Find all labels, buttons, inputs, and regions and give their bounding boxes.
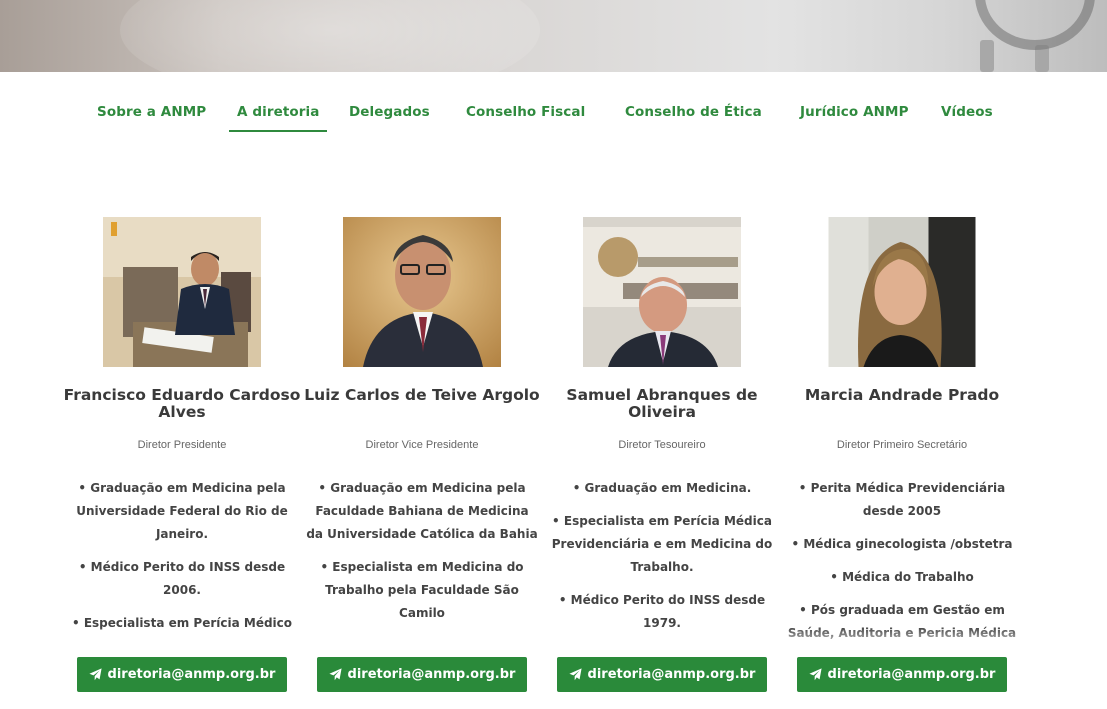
paper-plane-icon: [328, 668, 342, 681]
email-address: diretoria@anmp.org.br: [107, 667, 276, 682]
hero-banner: [0, 0, 1107, 72]
email-button[interactable]: diretoria@anmp.org.br: [797, 657, 1007, 692]
member-photo: [583, 217, 741, 367]
bio-fade: [542, 627, 782, 651]
bio-item: • Médica do Trabalho: [830, 570, 974, 584]
bio-fade: [782, 627, 1022, 651]
bio-item: • Especialista em Perícia Médica Previde…: [551, 514, 773, 574]
section-tabs: Sobre a ANMP A diretoria Delegados Conse…: [0, 104, 1107, 134]
member-role: Diretor Presidente: [137, 439, 227, 451]
bio-item: • Graduação em Medicina pela Faculdade B…: [306, 481, 538, 541]
member-photo: [828, 217, 976, 367]
hero-decoration: [980, 40, 994, 72]
member-name: Marcia Andrade Prado: [804, 386, 1000, 404]
tab-sobre-a-anmp[interactable]: Sobre a ANMP: [97, 104, 206, 132]
bio-fade: [302, 627, 542, 651]
member-bio: • Graduação em Medicina pela Faculdade B…: [302, 477, 542, 640]
member-bio: • Graduação em Medicina pela Universidad…: [62, 477, 302, 640]
member-role: Diretor Tesoureiro: [618, 439, 706, 451]
member-photo: [103, 217, 261, 367]
tab-juridico-anmp[interactable]: Jurídico ANMP: [800, 104, 909, 132]
tab-delegados[interactable]: Delegados: [349, 104, 430, 132]
member-card: Marcia Andrade Prado Diretor Primeiro Se…: [782, 217, 1022, 697]
bio-item: • Médico Perito do INSS desde 2006.: [78, 560, 286, 597]
tab-conselho-fiscal[interactable]: Conselho Fiscal: [466, 104, 585, 132]
bio-item: • Médica ginecologista /obstetra: [791, 537, 1013, 551]
email-address: diretoria@anmp.org.br: [587, 667, 756, 682]
bio-item: • Graduação em Medicina.: [572, 481, 752, 495]
member-name: Francisco Eduardo Cardoso Alves: [63, 386, 301, 421]
member-card: Francisco Eduardo Cardoso Alves Diretor …: [62, 217, 302, 697]
email-address: diretoria@anmp.org.br: [347, 667, 516, 682]
member-name: Samuel Abranques de Oliveira: [566, 386, 758, 421]
email-button[interactable]: diretoria@anmp.org.br: [77, 657, 287, 692]
email-button[interactable]: diretoria@anmp.org.br: [317, 657, 527, 692]
hero-decoration: [1035, 45, 1049, 72]
member-role: Diretor Primeiro Secretário: [836, 439, 968, 451]
bio-item: • Graduação em Medicina pela Universidad…: [76, 481, 288, 541]
tab-conselho-de-etica[interactable]: Conselho de Ética: [625, 104, 762, 132]
tab-videos[interactable]: Vídeos: [941, 104, 993, 132]
paper-plane-icon: [808, 668, 822, 681]
member-name: Luiz Carlos de Teive Argolo: [304, 386, 540, 404]
bio-item: • Especialista em Medicina do Trabalho p…: [320, 560, 524, 620]
member-bio: • Perita Médica Previdenciária desde 200…: [782, 477, 1022, 640]
paper-plane-icon: [88, 668, 102, 681]
member-photo: [343, 217, 501, 367]
member-bio: • Graduação em Medicina. • Especialista …: [542, 477, 782, 640]
email-address: diretoria@anmp.org.br: [827, 667, 996, 682]
email-button[interactable]: diretoria@anmp.org.br: [557, 657, 767, 692]
bio-fade: [62, 627, 302, 651]
member-card: Samuel Abranques de Oliveira Diretor Tes…: [542, 217, 782, 697]
bio-item: • Perita Médica Previdenciária desde 200…: [798, 481, 1006, 518]
member-role: Diretor Vice Presidente: [365, 439, 479, 451]
paper-plane-icon: [568, 668, 582, 681]
member-card: Luiz Carlos de Teive Argolo Diretor Vice…: [302, 217, 542, 697]
hero-decoration: [120, 0, 540, 72]
tab-a-diretoria[interactable]: A diretoria: [229, 104, 328, 132]
